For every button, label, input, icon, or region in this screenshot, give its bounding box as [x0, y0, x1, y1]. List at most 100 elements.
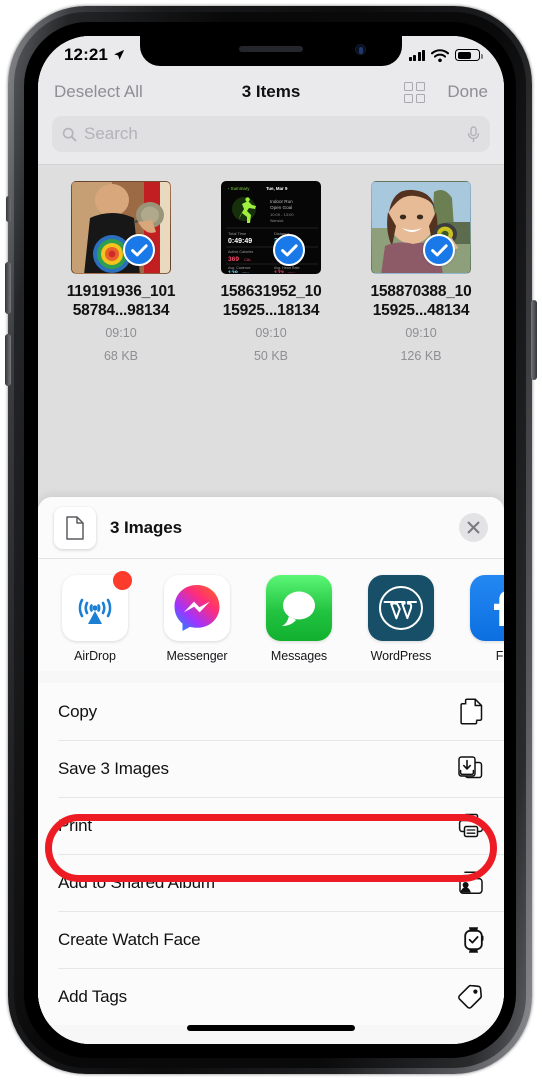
wifi-icon: [431, 48, 449, 62]
document-icon: [54, 506, 96, 549]
status-bar: 12:21: [38, 36, 504, 70]
svg-text:Total Time: Total Time: [228, 231, 247, 236]
close-button[interactable]: [459, 513, 488, 542]
share-apps-row[interactable]: AirDrop Messenger Messages WordPress F: [38, 559, 504, 671]
messages-icon[interactable]: [266, 575, 332, 641]
share-app-wordpress[interactable]: WordPress: [362, 575, 440, 663]
battery-level-fill: [457, 51, 471, 59]
file-thumbnail-watch-workout: ‹ Summary Tue, Mar 9 Indoor Run Open Goa…: [221, 181, 321, 274]
status-bar-left: 12:21: [64, 45, 125, 65]
svg-text:10:09 - 13:00: 10:09 - 13:00: [270, 212, 294, 217]
file-name-line1: 158631952_10: [220, 283, 322, 300]
share-action-create-watch-face[interactable]: Create Watch Face: [38, 911, 504, 968]
file-grid: 119191936_101 58784...98134 09:10 68 KB …: [38, 165, 504, 365]
share-action-print[interactable]: Print: [38, 797, 504, 854]
messenger-icon[interactable]: [164, 575, 230, 641]
file-time: 09:10: [405, 326, 437, 341]
file-item[interactable]: 119191936_101 58784...98134 09:10 68 KB: [56, 181, 186, 365]
svg-text:Avg. Heart Rate: Avg. Heart Rate: [274, 266, 300, 270]
file-item[interactable]: 158870388_10 15925...48134 09:10 126 KB: [356, 181, 486, 365]
share-app-airdrop[interactable]: AirDrop: [56, 570, 134, 663]
file-time: 09:10: [105, 326, 137, 341]
deselect-all-button[interactable]: Deselect All: [54, 82, 143, 102]
svg-text:128: 128: [228, 271, 239, 274]
file-name-line2: 15925...18134: [222, 302, 320, 320]
share-action-add-tags[interactable]: Add Tags: [38, 968, 504, 1025]
svg-text:Open Goal: Open Goal: [270, 205, 292, 210]
svg-text:Indoor Run: Indoor Run: [270, 199, 293, 204]
share-action-label: Add to Shared Album: [58, 872, 215, 892]
share-app-facebook[interactable]: Fa: [464, 575, 504, 663]
share-sheet-header: 3 Images: [38, 497, 504, 559]
share-action-label: Print: [58, 815, 92, 835]
files-toolbar: Deselect All 3 Items Done: [38, 70, 504, 114]
volume-down-button[interactable]: [5, 334, 11, 386]
file-item[interactable]: ‹ Summary Tue, Mar 9 Indoor Run Open Goa…: [206, 181, 336, 365]
share-app-label: AirDrop: [74, 649, 116, 663]
share-sheet: 3 Images AirDrop Messenger Messages Word…: [38, 497, 504, 1044]
battery-cap: [481, 53, 483, 59]
share-actions-list: Copy Save 3 Images Print Add to Shared A…: [38, 683, 504, 1025]
printer-icon: [456, 813, 484, 838]
svg-text:Active Calories: Active Calories: [228, 250, 253, 254]
notification-badge: [112, 570, 133, 591]
file-name-line1: 119191936_101: [66, 283, 176, 300]
share-app-messages[interactable]: Messages: [260, 575, 338, 663]
share-app-label: Messenger: [166, 649, 228, 663]
power-button[interactable]: [531, 300, 537, 380]
save-images-icon: [456, 755, 484, 782]
svg-text:CAL: CAL: [244, 258, 251, 262]
share-action-save-3-images[interactable]: Save 3 Images: [38, 740, 504, 797]
file-thumbnail-wrap[interactable]: ‹ Summary Tue, Mar 9 Indoor Run Open Goa…: [221, 181, 321, 274]
svg-text:BPM: BPM: [288, 272, 296, 274]
file-thumbnail-wrap[interactable]: [71, 181, 171, 274]
close-icon: [467, 521, 480, 534]
microphone-icon[interactable]: [467, 125, 480, 143]
file-thumbnail-photo-selfie-medal: [371, 181, 471, 274]
volume-up-button[interactable]: [5, 262, 11, 314]
file-name-line2: 58784...98134: [72, 302, 170, 320]
svg-text:Warwick: Warwick: [270, 219, 284, 223]
file-name-line2: 15925...48134: [372, 302, 470, 320]
search-icon: [62, 127, 77, 141]
svg-text:369: 369: [228, 256, 239, 263]
file-thumbnail-photo-person-medal: [71, 181, 171, 274]
airdrop-icon[interactable]: [62, 570, 133, 641]
battery-icon: [455, 49, 483, 61]
share-action-label: Create Watch Face: [58, 929, 201, 949]
facebook-icon[interactable]: [470, 575, 504, 641]
share-action-label: Copy: [58, 701, 97, 721]
page-title: 3 Items: [241, 82, 301, 101]
search-input[interactable]: Search: [52, 116, 490, 152]
share-action-label: Add Tags: [58, 986, 127, 1006]
screenshot-stage: Deselect All 3 Items Done Search 1191919…: [0, 0, 542, 1080]
file-time: 09:10: [255, 326, 287, 341]
svg-text:‹ Summary: ‹ Summary: [228, 186, 250, 191]
share-app-messenger[interactable]: Messenger: [158, 575, 236, 663]
watch-face-icon: [456, 926, 484, 954]
share-sheet-title: 3 Images: [110, 517, 182, 537]
file-thumbnail-wrap[interactable]: [371, 181, 471, 274]
svg-text:Tue, Mar 9: Tue, Mar 9: [266, 186, 288, 191]
file-size: 50 KB: [253, 348, 289, 363]
share-action-copy[interactable]: Copy: [38, 683, 504, 740]
phone-screen: Deselect All 3 Items Done Search 1191919…: [38, 36, 504, 1044]
cellular-signal-icon: [408, 49, 425, 61]
watch-workout-graphic: ‹ Summary Tue, Mar 9 Indoor Run Open Goa…: [222, 182, 320, 274]
share-action-add-to-shared-album[interactable]: Add to Shared Album: [38, 854, 504, 911]
status-bar-right: [408, 48, 483, 62]
grid-view-icon[interactable]: [404, 81, 426, 103]
share-app-label: Messages: [270, 649, 328, 663]
home-indicator[interactable]: [187, 1025, 355, 1031]
search-placeholder: Search: [84, 124, 138, 143]
file-name-line1: 158870388_10: [370, 283, 472, 300]
share-action-label: Save 3 Images: [58, 758, 169, 778]
done-button[interactable]: Done: [447, 82, 488, 102]
toolbar-right-group: Done: [404, 81, 488, 103]
share-app-label: Fa: [495, 649, 504, 663]
svg-text:Avg. Cadence: Avg. Cadence: [228, 266, 251, 270]
selected-checkmark-icon: [273, 234, 305, 266]
mute-switch[interactable]: [6, 196, 11, 222]
wordpress-icon[interactable]: [368, 575, 434, 641]
file-size: 126 KB: [400, 348, 442, 363]
